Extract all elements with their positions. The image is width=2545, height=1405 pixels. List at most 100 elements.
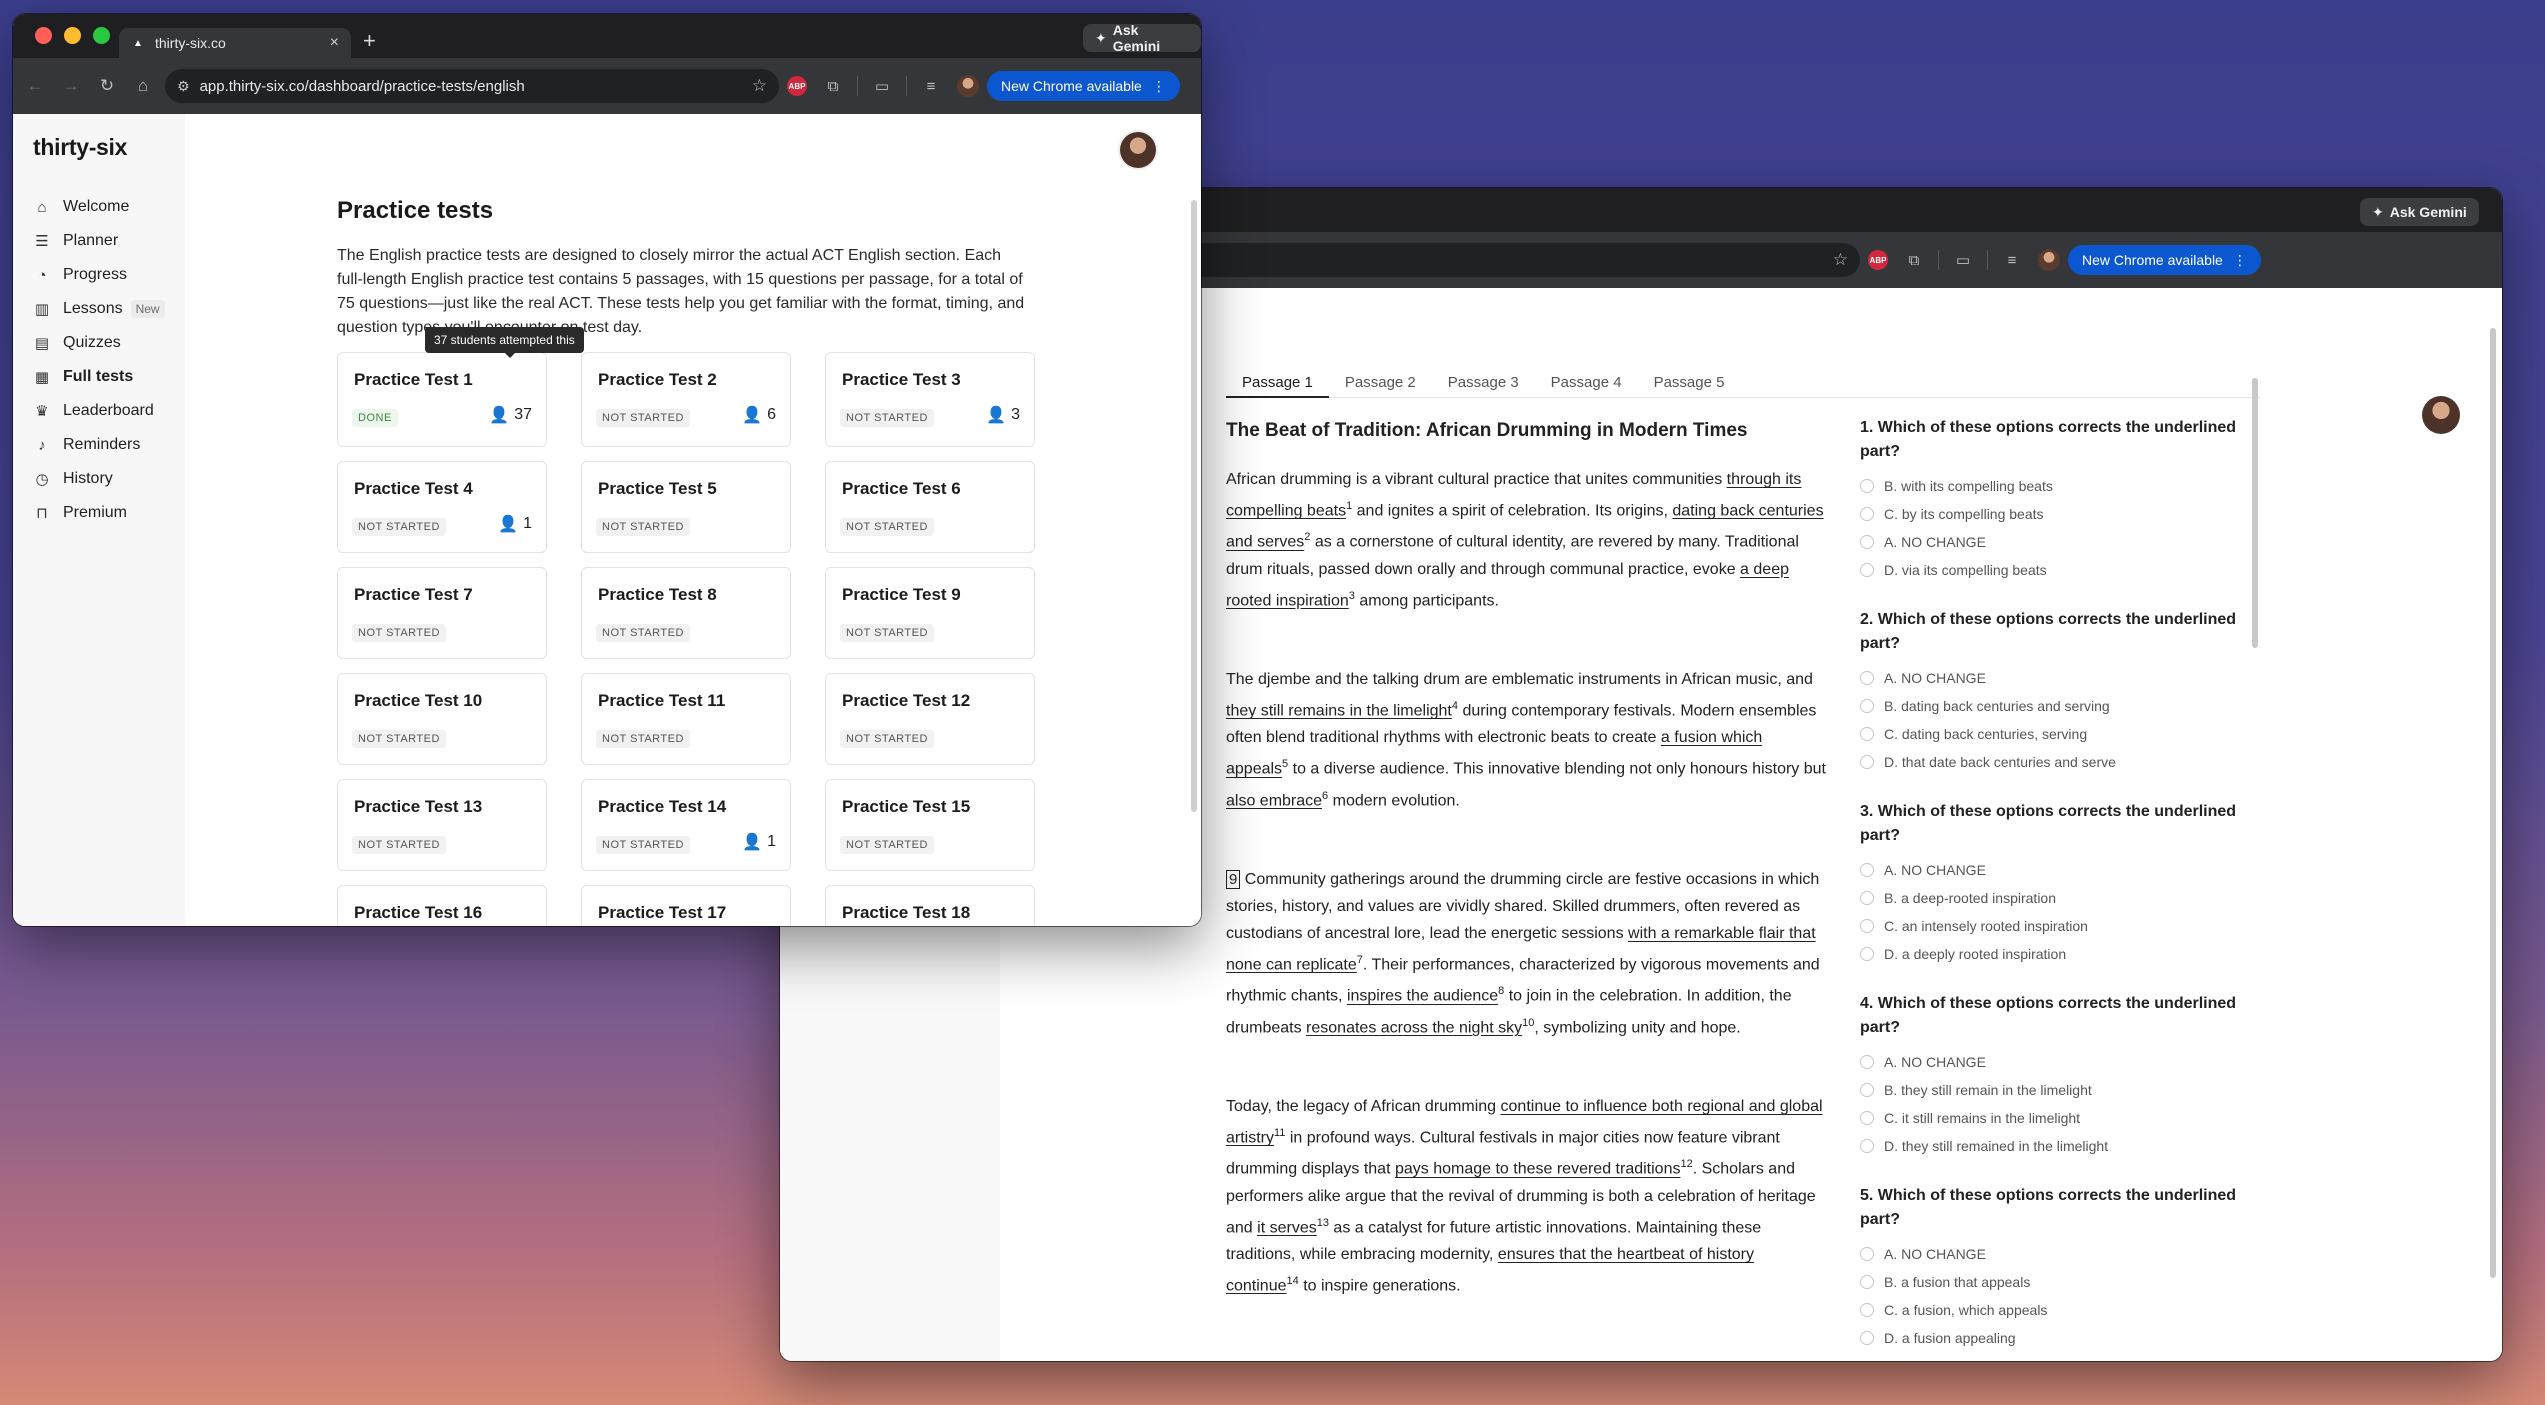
underlined-part-13[interactable]: it serves <box>1257 1219 1317 1236</box>
sidebar-item-premium[interactable]: ⊓ Premium <box>33 496 165 530</box>
extensions-icon[interactable]: ⧉ <box>1896 252 1932 269</box>
underlined-part-10[interactable]: resonates across the night sky <box>1306 1019 1522 1036</box>
radio-icon[interactable] <box>1860 1247 1874 1261</box>
profile-avatar-icon[interactable] <box>957 75 979 97</box>
practice-test-card[interactable]: Practice Test 7 NOT STARTED <box>337 567 547 659</box>
back-arrow-icon[interactable]: ← <box>17 76 53 96</box>
attempts-count[interactable]: 👤 1 <box>742 832 776 852</box>
underlined-part-8[interactable]: inspires the audience <box>1347 988 1498 1005</box>
radio-icon[interactable] <box>1860 1111 1874 1125</box>
sidebar-item-quizzes[interactable]: ▤ Quizzes <box>33 326 165 360</box>
radio-icon[interactable] <box>1860 1331 1874 1345</box>
chrome-update-button[interactable]: New Chrome available ⋮ <box>987 71 1180 101</box>
practice-test-card[interactable]: Practice Test 6 NOT STARTED <box>825 461 1035 553</box>
answer-option[interactable]: B. dating back centuries and serving <box>1860 692 2250 720</box>
answer-option[interactable]: B. they still remain in the limelight <box>1860 1076 2250 1104</box>
radio-icon[interactable] <box>1860 1275 1874 1289</box>
answer-option[interactable]: D. a fusion appealing <box>1860 1324 2250 1352</box>
practice-test-card[interactable]: Practice Test 1 DONE 👤 37 <box>337 352 547 447</box>
practice-test-card[interactable]: Practice Test 17 <box>581 885 791 926</box>
page-scrollbar[interactable] <box>2490 328 2496 1278</box>
practice-test-card[interactable]: Practice Test 2 NOT STARTED 👤 6 <box>581 352 791 447</box>
radio-icon[interactable] <box>1860 671 1874 685</box>
tab-passage-4[interactable]: Passage 4 <box>1535 368 1638 398</box>
radio-icon[interactable] <box>1860 919 1874 933</box>
new-tab-icon[interactable]: + <box>363 30 376 52</box>
tab-passage-5[interactable]: Passage 5 <box>1638 368 1741 398</box>
practice-test-card[interactable]: Practice Test 5 NOT STARTED <box>581 461 791 553</box>
chrome-update-button[interactable]: New Chrome available ⋮ <box>2068 245 2261 275</box>
ask-gemini-button[interactable]: ✦ Ask Gemini <box>1083 22 1201 54</box>
practice-test-card[interactable]: Practice Test 16 <box>337 885 547 926</box>
tab-passage-1[interactable]: Passage 1 <box>1226 368 1329 398</box>
profile-avatar-icon[interactable] <box>2038 249 2060 271</box>
sidebar-item-history[interactable]: ◷ History <box>33 462 165 496</box>
answer-option[interactable]: A. NO CHANGE <box>1860 856 2250 884</box>
answer-option[interactable]: C. a fusion, which appeals <box>1860 1296 2250 1324</box>
answer-option[interactable]: C. it still remains in the limelight <box>1860 1104 2250 1132</box>
address-bar[interactable]: ⚙ app.thirty-six.co/dashboard/practice-t… <box>165 69 779 103</box>
practice-test-card[interactable]: Practice Test 9 NOT STARTED <box>825 567 1035 659</box>
minimize-window-icon[interactable] <box>64 27 81 44</box>
browser-tab[interactable]: ▲ thirty-six.co × <box>119 28 351 58</box>
site-settings-icon[interactable]: ⚙ <box>177 78 190 95</box>
attempts-count[interactable]: 👤 6 <box>742 405 776 425</box>
answer-option[interactable]: A. NO CHANGE <box>1860 1240 2250 1268</box>
reading-list-icon[interactable]: ≡ <box>913 78 949 95</box>
reload-icon[interactable]: ↻ <box>89 76 125 96</box>
sidebar-item-progress[interactable]: ◔ Progress <box>33 258 165 292</box>
sidebar-item-planner[interactable]: ☰ Planner <box>33 224 165 258</box>
radio-icon[interactable] <box>1860 891 1874 905</box>
practice-test-card[interactable]: Practice Test 14 NOT STARTED 👤 1 <box>581 779 791 871</box>
radio-icon[interactable] <box>1860 1055 1874 1069</box>
sidebar-item-welcome[interactable]: ⌂ Welcome <box>33 190 165 224</box>
answer-option[interactable]: D. a deeply rooted inspiration <box>1860 940 2250 968</box>
radio-icon[interactable] <box>1860 727 1874 741</box>
bookmark-star-icon[interactable]: ☆ <box>752 76 767 96</box>
ask-gemini-button[interactable]: ✦ Ask Gemini <box>2360 198 2479 226</box>
radio-icon[interactable] <box>1860 1303 1874 1317</box>
brand-logo[interactable]: thirty-six <box>33 134 127 161</box>
practice-test-card[interactable]: Practice Test 13 NOT STARTED <box>337 779 547 871</box>
reading-list-icon[interactable]: ≡ <box>1994 252 2030 269</box>
extensions-icon[interactable]: ⧉ <box>815 78 851 95</box>
radio-icon[interactable] <box>1860 1083 1874 1097</box>
practice-test-card[interactable]: Practice Test 12 NOT STARTED <box>825 673 1035 765</box>
answer-option[interactable]: A. NO CHANGE <box>1860 528 2250 556</box>
answer-option[interactable]: C. dating back centuries, serving <box>1860 720 2250 748</box>
close-tab-icon[interactable]: × <box>330 34 339 52</box>
adblock-icon[interactable]: ABP <box>1868 250 1888 270</box>
user-avatar[interactable] <box>1120 132 1156 168</box>
radio-icon[interactable] <box>1860 535 1874 549</box>
radio-icon[interactable] <box>1860 699 1874 713</box>
bookmark-star-icon[interactable]: ☆ <box>1833 250 1848 270</box>
sidebar-item-full-tests[interactable]: ▦ Full tests <box>33 360 165 394</box>
practice-test-card[interactable]: Practice Test 3 NOT STARTED 👤 3 <box>825 352 1035 447</box>
cast-icon[interactable]: ▭ <box>864 77 900 95</box>
question-box-marker[interactable]: 9 <box>1226 869 1241 889</box>
radio-icon[interactable] <box>1860 755 1874 769</box>
answer-option[interactable]: B. with its compelling beats <box>1860 472 2250 500</box>
underlined-part-12[interactable]: pays homage to these revered traditions <box>1395 1161 1681 1178</box>
radio-icon[interactable] <box>1860 863 1874 877</box>
sidebar-item-leaderboard[interactable]: ♛ Leaderboard <box>33 394 165 428</box>
radio-icon[interactable] <box>1860 507 1874 521</box>
tab-passage-3[interactable]: Passage 3 <box>1432 368 1535 398</box>
practice-test-card[interactable]: Practice Test 18 <box>825 885 1035 926</box>
practice-test-card[interactable]: Practice Test 10 NOT STARTED <box>337 673 547 765</box>
answer-option[interactable]: B. a deep-rooted inspiration <box>1860 884 2250 912</box>
zoom-window-icon[interactable] <box>93 27 110 44</box>
underlined-part-6[interactable]: also embrace <box>1226 792 1322 809</box>
answer-option[interactable]: B. a fusion that appeals <box>1860 1268 2250 1296</box>
cast-icon[interactable]: ▭ <box>1945 251 1981 269</box>
attempts-count[interactable]: 👤 37 <box>489 405 532 425</box>
practice-test-card[interactable]: Practice Test 8 NOT STARTED <box>581 567 791 659</box>
practice-test-card[interactable]: Practice Test 11 NOT STARTED <box>581 673 791 765</box>
answer-option[interactable]: C. by its compelling beats <box>1860 500 2250 528</box>
radio-icon[interactable] <box>1860 563 1874 577</box>
radio-icon[interactable] <box>1860 1139 1874 1153</box>
practice-test-card[interactable]: Practice Test 15 NOT STARTED <box>825 779 1035 871</box>
attempts-count[interactable]: 👤 1 <box>498 514 532 534</box>
underlined-part-4[interactable]: they still remains in the limelight <box>1226 702 1452 719</box>
radio-icon[interactable] <box>1860 947 1874 961</box>
